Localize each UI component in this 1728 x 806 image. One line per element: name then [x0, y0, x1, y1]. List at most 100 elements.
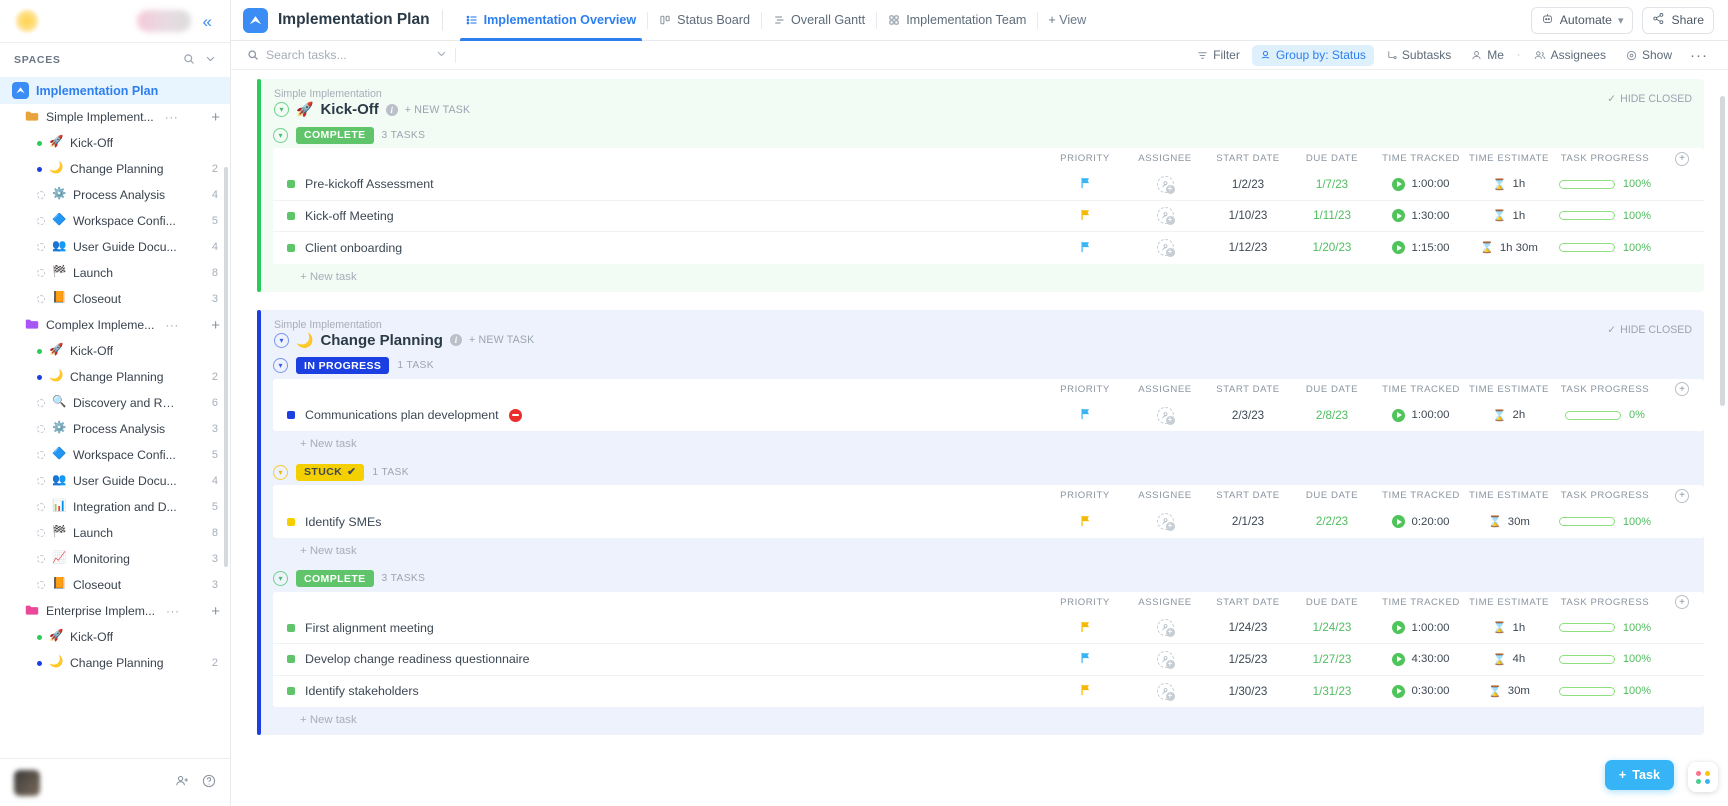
start-date-cell[interactable]: 1/24/23 — [1206, 621, 1290, 634]
tab-overall-gantt[interactable]: Overall Gantt — [762, 0, 876, 41]
add-assignee-icon[interactable] — [1156, 619, 1175, 638]
task-status-square-icon[interactable] — [287, 687, 295, 696]
folder-more-icon[interactable]: ··· — [166, 604, 180, 618]
assignee-cell[interactable] — [1124, 406, 1206, 425]
tab-implementation-overview[interactable]: Implementation Overview — [455, 0, 648, 41]
column-header-start-date[interactable]: START DATE — [1206, 153, 1290, 164]
add-assignee-icon[interactable] — [1156, 239, 1175, 258]
task-name-cell[interactable]: Pre-kickoff Assessment — [273, 177, 1046, 191]
sidebar-list-item[interactable]: ⚙️ Process Analysis 4 — [0, 182, 230, 208]
time-estimate-cell[interactable]: ⌛ 30m — [1468, 685, 1550, 698]
sidebar-list-item[interactable]: 🌙 Change Planning 2 — [0, 650, 230, 676]
filter-button[interactable]: Filter — [1189, 45, 1248, 66]
sidebar-list-item[interactable]: 🚀 Kick-Off — [0, 130, 230, 156]
task-progress-cell[interactable]: 100% — [1550, 178, 1660, 190]
task-status-square-icon[interactable] — [287, 623, 295, 632]
time-tracked-cell[interactable]: 0:30:00 — [1374, 684, 1468, 698]
column-header-due-date[interactable]: DUE DATE — [1290, 490, 1374, 501]
add-assignee-icon[interactable] — [1156, 406, 1175, 425]
collapse-group-icon[interactable]: ▾ — [273, 571, 288, 586]
apps-launcher-button[interactable] — [1688, 762, 1718, 792]
priority-cell[interactable] — [1046, 408, 1124, 422]
sidebar-list-item[interactable]: 👥 User Guide Docu... 4 — [0, 468, 230, 494]
column-header-task-progress[interactable]: TASK PROGRESS — [1550, 153, 1660, 164]
add-task-row[interactable]: + New task — [270, 264, 1704, 292]
task-status-square-icon[interactable] — [287, 180, 295, 189]
column-header-time-tracked[interactable]: TIME TRACKED — [1374, 384, 1468, 395]
task-status-square-icon[interactable] — [287, 243, 295, 252]
start-timer-icon[interactable] — [1392, 408, 1406, 422]
chevron-down-icon[interactable]: ▾ — [1618, 14, 1624, 27]
collapse-group-icon[interactable]: ▾ — [273, 464, 288, 480]
add-column-icon[interactable]: + — [1675, 151, 1689, 166]
start-timer-icon[interactable] — [1392, 209, 1406, 223]
column-header-task-progress[interactable]: TASK PROGRESS — [1550, 384, 1660, 395]
table-row[interactable]: Client onboarding 1/12/23 1/20/23 1:15:00 ⌛ 1… — [273, 232, 1704, 264]
time-estimate-cell[interactable]: ⌛ 2h — [1468, 409, 1550, 422]
column-header-priority[interactable]: PRIORITY — [1046, 384, 1124, 395]
collapse-section-icon[interactable]: ▾ — [274, 102, 289, 117]
assignee-cell[interactable] — [1124, 207, 1206, 226]
task-status-square-icon[interactable] — [287, 517, 295, 526]
sidebar-list-item[interactable]: ⚙️ Process Analysis 3 — [0, 416, 230, 442]
add-column-icon[interactable]: + — [1675, 488, 1689, 503]
column-header-start-date[interactable]: START DATE — [1206, 384, 1290, 395]
sidebar-list-item[interactable]: 🔷 Workspace Confi... 5 — [0, 208, 230, 234]
sidebar-space-implementation-plan[interactable]: Implementation Plan — [0, 77, 230, 104]
collapse-group-icon[interactable]: ▾ — [273, 358, 288, 373]
time-estimate-cell[interactable]: ⌛ 4h — [1468, 653, 1550, 666]
time-tracked-cell[interactable]: 1:00:00 — [1374, 177, 1468, 191]
hide-closed-button[interactable]: ✓ HIDE CLOSED — [1607, 324, 1692, 336]
sidebar-scrollbar[interactable] — [224, 167, 228, 567]
more-options-icon[interactable]: ··· — [1684, 47, 1714, 64]
share-button[interactable]: Share — [1642, 6, 1714, 34]
task-name-cell[interactable]: First alignment meeting — [273, 621, 1046, 635]
priority-cell[interactable] — [1046, 652, 1124, 666]
priority-cell[interactable] — [1046, 209, 1124, 223]
column-header-task-progress[interactable]: TASK PROGRESS — [1550, 597, 1660, 608]
sidebar-list-item[interactable]: 📊 Integration and D... 5 — [0, 494, 230, 520]
sidebar-folder[interactable]: Simple Implement... ··· + — [0, 104, 230, 130]
column-header-assignee[interactable]: ASSIGNEE — [1124, 153, 1206, 164]
column-header-assignee[interactable]: ASSIGNEE — [1124, 490, 1206, 501]
column-header-assignee[interactable]: ASSIGNEE — [1124, 384, 1206, 395]
add-task-row[interactable]: + New task — [270, 431, 1704, 459]
time-tracked-cell[interactable]: 1:00:00 — [1374, 621, 1468, 635]
workspace-avatar[interactable] — [14, 8, 40, 34]
info-icon[interactable]: i — [449, 334, 462, 346]
folder-add-icon[interactable]: + — [211, 604, 220, 619]
folder-more-icon[interactable]: ··· — [165, 318, 179, 332]
sidebar-list-item[interactable]: 🏁 Launch 8 — [0, 520, 230, 546]
user-avatar-blurred[interactable] — [14, 769, 40, 796]
invite-people-icon[interactable] — [175, 774, 189, 791]
table-row[interactable]: Kick-off Meeting 1/10/23 1/11/23 1:30:00 ⌛ 1h… — [273, 200, 1704, 232]
search-dropdown-icon[interactable] — [436, 48, 447, 62]
new-task-fab[interactable]: + Task — [1604, 760, 1674, 790]
sidebar-list-item[interactable]: 👥 User Guide Docu... 4 — [0, 234, 230, 260]
priority-cell[interactable] — [1046, 177, 1124, 191]
start-timer-icon[interactable] — [1392, 177, 1406, 191]
priority-cell[interactable] — [1046, 515, 1124, 529]
priority-cell[interactable] — [1046, 684, 1124, 698]
subtasks-button[interactable]: Subtasks — [1378, 45, 1459, 66]
group-by-button[interactable]: Group by: Status — [1251, 44, 1374, 66]
due-date-cell[interactable]: 2/2/23 — [1290, 515, 1374, 528]
due-date-cell[interactable]: 1/11/23 — [1290, 209, 1374, 222]
assignee-cell[interactable] — [1124, 650, 1206, 669]
task-progress-cell[interactable]: 100% — [1550, 516, 1660, 528]
add-view-button[interactable]: + View — [1038, 13, 1096, 27]
due-date-cell[interactable]: 1/27/23 — [1290, 653, 1374, 666]
add-task-row[interactable]: + New task — [270, 707, 1704, 735]
priority-cell[interactable] — [1046, 621, 1124, 635]
sidebar-list-item[interactable]: 🌙 Change Planning 2 — [0, 364, 230, 390]
status-badge[interactable]: STUCK ✔ — [296, 463, 365, 481]
column-header-time-estimate[interactable]: TIME ESTIMATE — [1468, 597, 1550, 608]
column-header-time-tracked[interactable]: TIME TRACKED — [1374, 597, 1468, 608]
task-status-square-icon[interactable] — [287, 655, 295, 664]
folder-add-icon[interactable]: + — [211, 318, 220, 333]
column-header-start-date[interactable]: START DATE — [1206, 490, 1290, 501]
due-date-cell[interactable]: 1/24/23 — [1290, 621, 1374, 634]
collapse-section-icon[interactable]: ▾ — [274, 332, 289, 348]
task-progress-cell[interactable]: 100% — [1550, 242, 1660, 254]
time-tracked-cell[interactable]: 1:00:00 — [1374, 408, 1468, 422]
